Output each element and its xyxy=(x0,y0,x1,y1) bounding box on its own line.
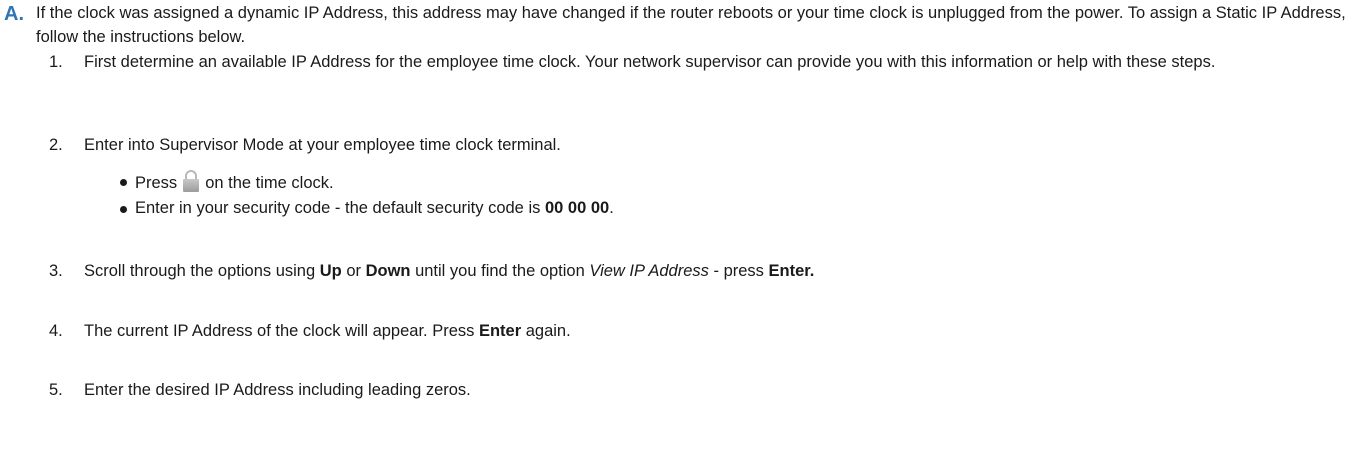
step-number: 1. xyxy=(49,53,63,71)
bullet-icon xyxy=(120,206,127,213)
substep-text: Enter in your security code - the defaul… xyxy=(135,199,614,217)
step-number: 3. xyxy=(49,262,63,280)
step-number: 2. xyxy=(49,136,63,154)
instruction-document: A. If the clock was assigned a dynamic I… xyxy=(0,0,1369,475)
intro-paragraph: If the clock was assigned a dynamic IP A… xyxy=(36,4,1346,46)
substep-text: Press on the time clock. xyxy=(135,170,334,196)
step-text: Enter into Supervisor Mode at your emplo… xyxy=(84,136,561,154)
step-text: Enter the desired IP Address including l… xyxy=(84,381,471,399)
step-text: The current IP Address of the clock will… xyxy=(84,322,571,340)
bullet-icon xyxy=(120,179,127,186)
step-number: 5. xyxy=(49,381,63,399)
section-marker: A. xyxy=(4,3,24,25)
lock-icon xyxy=(183,170,200,192)
step-text: Scroll through the options using Up or D… xyxy=(84,262,815,280)
default-code: 00 00 00 xyxy=(544,199,610,217)
step-number: 4. xyxy=(49,322,63,340)
step-text: First determine an available IP Address … xyxy=(84,53,1216,71)
